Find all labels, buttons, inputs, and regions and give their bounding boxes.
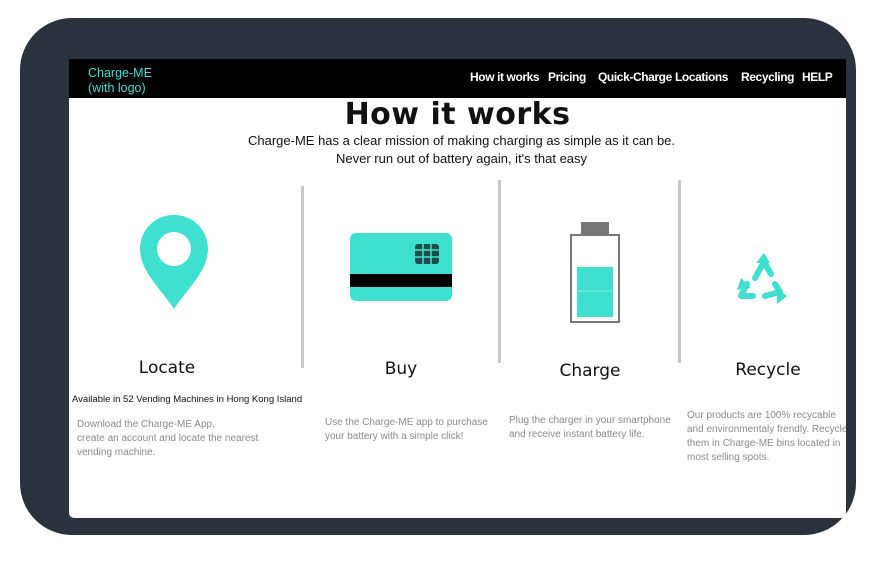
location-pin-icon — [140, 215, 208, 309]
description-line: create an account and locate the nearest — [77, 433, 259, 444]
column-divider — [301, 186, 304, 368]
device-frame: Charge-ME (with logo) How it works Prici… — [20, 18, 856, 535]
description-line: Plug the charger in your smartphone — [509, 415, 671, 426]
recycle-icon — [737, 253, 787, 304]
description-line: and environmentaly frendly. Recycle — [687, 424, 846, 435]
page-subtitle-line-1: Charge-ME has a clear mission of making … — [247, 133, 676, 148]
description-line: Our products are 100% recycable — [687, 410, 836, 421]
column-divider — [498, 180, 501, 363]
brand-name: Charge-ME — [88, 66, 152, 80]
page-title: How it works — [344, 97, 571, 132]
feature-title-buy: Buy — [384, 359, 418, 379]
description-line: Download the Charge-ME App, — [77, 419, 215, 430]
nav-link-pricing[interactable]: Pricing — [548, 70, 586, 84]
page-subtitle-line-2: Never run out of battery again, it's tha… — [335, 151, 588, 166]
description-line: them in Charge-ME bins located in — [687, 438, 841, 449]
top-navbar: Charge-ME (with logo) How it works Prici… — [69, 59, 846, 98]
nav-link-locations[interactable]: Locations — [675, 70, 728, 84]
screen: Charge-ME (with logo) How it works Prici… — [69, 59, 846, 518]
feature-note-locate: Available in 52 Vending Machines in Hong… — [72, 394, 303, 405]
description-line: Use the Charge-ME app to purchase — [325, 417, 488, 428]
feature-description-charge: Plug the charger in your smartphone and … — [509, 414, 671, 442]
battery-icon — [570, 222, 620, 323]
feature-description-buy: Use the Charge-ME app to purchase your b… — [325, 416, 488, 444]
brand-logo[interactable]: Charge-ME (with logo) — [88, 66, 152, 96]
feature-title-recycle: Recycle — [735, 360, 801, 380]
description-line: and receive instant battery life. — [509, 429, 645, 440]
brand-logo-note: (with logo) — [88, 81, 146, 95]
nav-link-how-it-works[interactable]: How it works — [470, 70, 540, 84]
column-divider — [678, 180, 681, 363]
credit-card-icon — [350, 233, 452, 301]
feature-description-locate: Download the Charge-ME App, create an ac… — [77, 418, 258, 460]
nav-link-help[interactable]: HELP — [802, 70, 833, 84]
nav-link-recycling[interactable]: Recycling — [741, 70, 794, 84]
feature-title-charge: Charge — [559, 361, 621, 381]
description-line: your battery with a simple click! — [325, 431, 464, 442]
feature-title-locate: Locate — [138, 358, 196, 378]
description-line: vending machine. — [77, 447, 156, 458]
description-line: most selling spots. — [687, 452, 770, 463]
feature-description-recycle: Our products are 100% recycable and envi… — [687, 409, 846, 465]
nav-link-quick-charge[interactable]: Quick-Charge — [598, 70, 672, 84]
